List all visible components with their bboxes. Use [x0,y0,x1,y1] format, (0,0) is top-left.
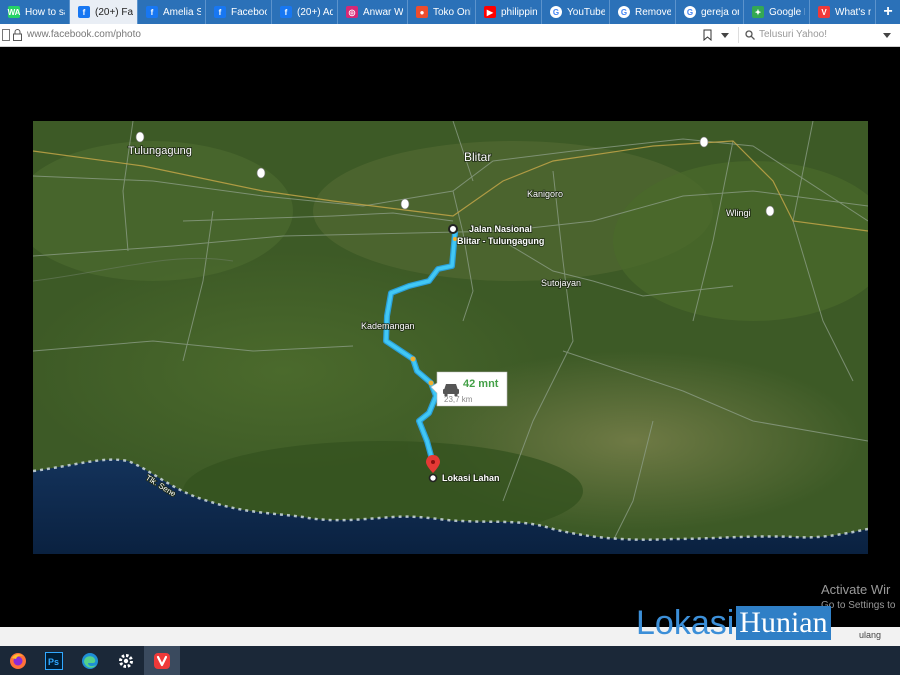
browser-tab[interactable]: ◎ Anwar Wi [338,0,408,24]
browser-tab[interactable]: V What's ne [810,0,876,24]
svg-text:Ps: Ps [48,657,59,667]
browser-tab-label: How to sa [25,6,65,18]
origin-label-line1: Jalan Nasional [469,224,532,234]
browser-tab-label: gereja ort [701,6,739,18]
chevron-down-icon[interactable] [883,33,891,38]
vivaldi-icon: V [818,6,830,18]
origin-marker-icon [448,224,458,234]
search-placeholder: Telusuri Yahoo! [759,29,828,40]
google-icon: G [550,6,562,18]
taskbar-firefox[interactable] [0,646,36,675]
place-label-blitar: Blitar [464,150,491,164]
place-label-tulungagung: Tulungagung [128,145,192,157]
facebook-icon: f [78,6,90,18]
whatsapp-icon: WA [7,6,21,18]
place-label-sutojayan: Sutojayan [541,278,581,288]
browser-tab[interactable]: f Amelia Sa [138,0,206,24]
taskbar-photoshop[interactable]: Ps [36,646,72,675]
browser-tab[interactable]: ● Toko Onli [408,0,476,24]
browser-tab[interactable]: G Remove n [610,0,676,24]
search-icon [745,30,755,40]
browser-tab-label: Toko Onli [433,6,471,18]
instagram-icon: ◎ [346,6,358,18]
activation-title: Activate Wir [821,582,891,597]
browser-tab[interactable]: f Facebook [206,0,272,24]
browser-tab[interactable]: ✦ Google M [744,0,810,24]
browser-tab[interactable]: G YouTube [542,0,610,24]
facebook-icon: f [146,6,158,18]
place-label-kademangan: Kademangan [361,321,415,331]
google-icon: G [618,6,630,18]
browser-tab-label: YouTube [567,6,605,18]
shop-icon: ● [416,6,428,18]
browser-tab-label: Facebook [231,6,267,18]
browser-tab[interactable]: f (20+) Face [70,0,138,24]
address-bar: www.facebook.com/photo Telusuri Yahoo! [0,24,900,47]
edge-icon [82,652,98,669]
satellite-map-image: Tulungagung Blitar Kanigoro Wlingi Sutoj… [33,121,868,554]
taskbar-settings[interactable] [108,646,144,675]
vivaldi-icon [154,652,170,669]
browser-tab-label: What's ne [835,6,871,18]
place-label-kanigoro: Kanigoro [527,189,563,199]
browser-tab[interactable]: Ggereja ort [676,0,744,24]
browser-tab-label: (20+) Face [95,6,133,18]
watermark-text-lokasi: Lokasi [636,603,735,642]
browser-tab[interactable]: ▶ philippine [476,0,542,24]
youtube-icon: ▶ [484,6,496,18]
firefox-icon [10,652,26,669]
browser-tab[interactable]: WA How to sa [0,0,70,24]
windows-taskbar: Ps [0,646,900,675]
bookmark-icon[interactable] [703,29,712,41]
browser-tab-label: Anwar Wi [363,6,403,18]
browser-tab-label: Remove n [635,6,671,18]
taskbar-edge[interactable] [72,646,108,675]
url-field[interactable]: www.facebook.com/photo [27,29,141,40]
facebook-icon: f [280,6,292,18]
chevron-down-icon[interactable] [721,33,729,38]
new-tab-button[interactable]: + [876,0,900,24]
route-duration-callout: 42 mnt 23,7 km [430,371,508,407]
watermark-text-hunian: Hunian [736,606,831,640]
taskbar-vivaldi[interactable] [144,646,180,675]
route-distance: 23,7 km [444,395,473,404]
place-label-wlingi: Wlingi [726,208,751,218]
browser-tab-label: Amelia Sa [163,6,201,18]
route-duration: 42 mnt [463,378,499,390]
search-input[interactable]: Telusuri Yahoo! [738,27,896,43]
status-text: ulang [859,630,882,640]
browser-tab-label: (20+) Adi [297,6,333,18]
settings-icon [119,653,133,668]
browser-tab-label: philippine [501,6,537,18]
facebook-icon: f [214,6,226,18]
browser-tab[interactable]: f (20+) Adi [272,0,338,24]
browser-tab-bar: WA How to sa f (20+) Face f Amelia Sa f Faceboo… [0,0,900,24]
destination-label: Lokasi Lahan [442,473,500,483]
origin-label-line2: Blitar - Tulungagung [457,236,544,246]
lock-icon [13,29,22,41]
google-maps-icon: ✦ [752,6,764,18]
windows-activation-notice: Activate Wir Go to Settings to [821,582,896,611]
page-icon [2,29,10,41]
browser-tab-label: Google M [769,6,805,18]
photoshop-icon: Ps [45,651,63,670]
photo-viewer: Tulungagung Blitar Kanigoro Wlingi Sutoj… [0,47,900,627]
activation-subtitle: Go to Settings to [821,600,896,611]
watermark-logo: Lokasi Hunian [636,604,831,642]
google-icon: G [684,6,696,18]
